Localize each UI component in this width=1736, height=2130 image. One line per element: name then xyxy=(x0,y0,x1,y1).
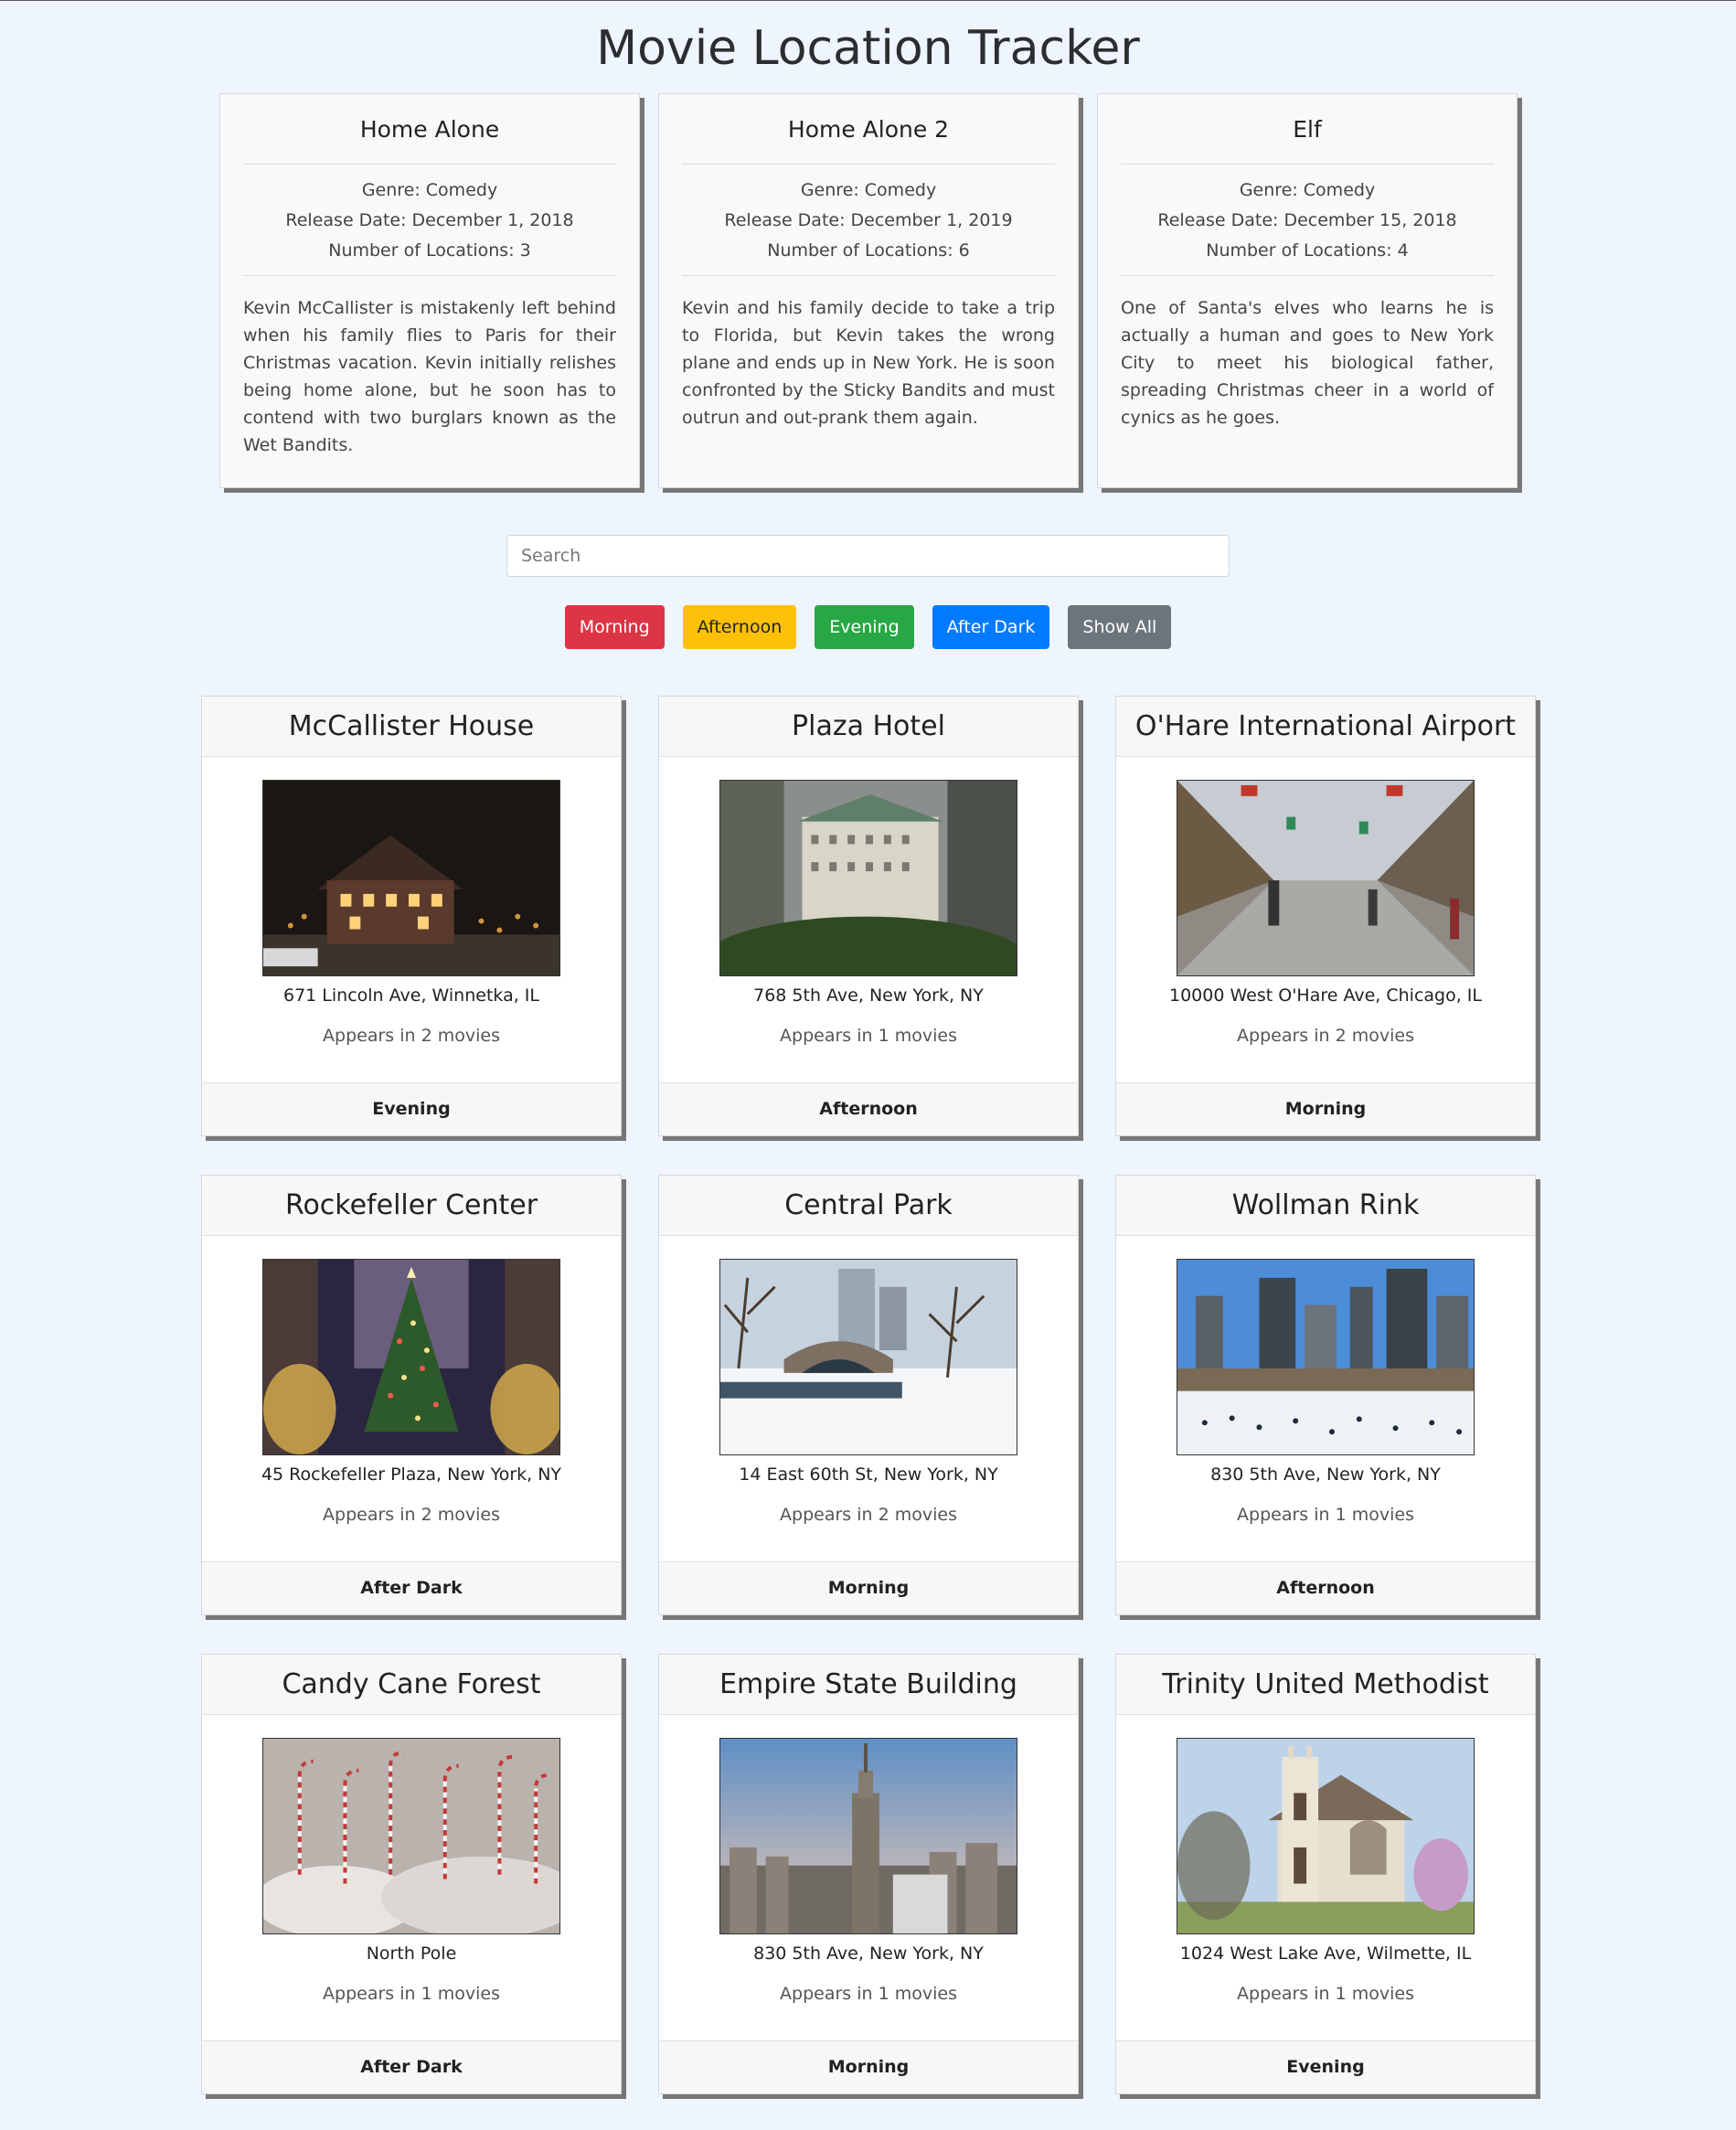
filter-morning-button[interactable]: Morning xyxy=(564,605,665,649)
movie-card: Home Alone 2 Genre: Comedy Release Date:… xyxy=(658,93,1079,488)
location-movie-count: Appears in 1 movies xyxy=(323,1984,500,2004)
location-address: 768 5th Ave, New York, NY xyxy=(753,985,984,1006)
location-address: 671 Lincoln Ave, Winnetka, IL xyxy=(283,985,539,1006)
location-time-of-day: After Dark xyxy=(202,1561,621,1614)
time-filter-buttons: Morning Afternoon Evening After Dark Sho… xyxy=(0,605,1736,649)
search-bar xyxy=(506,535,1230,577)
movie-genre: Genre: Comedy xyxy=(1239,180,1376,200)
location-movie-count: Appears in 2 movies xyxy=(323,1026,500,1046)
movie-card: Home Alone Genre: Comedy Release Date: D… xyxy=(219,93,640,488)
location-time-of-day: Morning xyxy=(659,2040,1078,2093)
movie-card: Elf Genre: Comedy Release Date: December… xyxy=(1097,93,1518,488)
location-name: Plaza Hotel xyxy=(659,697,1078,757)
movie-genre: Genre: Comedy xyxy=(800,180,937,200)
christmas-tree-photo xyxy=(262,1259,560,1455)
movie-description: Kevin McCallister is mistakenly left beh… xyxy=(243,298,616,455)
movie-meta: Genre: Comedy Release Date: December 1, … xyxy=(243,165,616,276)
movie-release-date: Release Date: December 1, 2019 xyxy=(724,210,1013,230)
movie-genre: Genre: Comedy xyxy=(361,180,498,200)
movie-location-count: Number of Locations: 3 xyxy=(328,240,531,261)
location-card[interactable]: Wollman Rink 830 5th Ave, New York, NY A… xyxy=(1115,1175,1536,1615)
ice-rink-photo xyxy=(1177,1259,1475,1455)
filter-afternoon-button[interactable]: Afternoon xyxy=(682,605,797,649)
movie-title: Home Alone 2 xyxy=(682,94,1055,165)
location-card[interactable]: Central Park 14 East 60th St, New York, … xyxy=(658,1175,1079,1615)
location-name: Wollman Rink xyxy=(1116,1176,1535,1236)
location-name: Candy Cane Forest xyxy=(202,1655,621,1715)
location-movie-count: Appears in 2 movies xyxy=(780,1505,957,1525)
location-movie-count: Appears in 1 movies xyxy=(780,1026,957,1046)
movie-meta: Genre: Comedy Release Date: December 15,… xyxy=(1121,165,1494,276)
movie-release-date: Release Date: December 15, 2018 xyxy=(1157,210,1457,230)
location-movie-count: Appears in 2 movies xyxy=(323,1505,500,1525)
movie-cards: Home Alone Genre: Comedy Release Date: D… xyxy=(219,93,1523,492)
location-card[interactable]: Trinity United Methodist 1024 West Lake … xyxy=(1115,1654,1536,2094)
location-time-of-day: Morning xyxy=(1116,1082,1535,1135)
movie-description: Kevin and his family decide to take a tr… xyxy=(682,298,1055,428)
location-card[interactable]: McCallister House 671 Lincoln Ave, Winne… xyxy=(201,696,622,1136)
filter-evening-button[interactable]: Evening xyxy=(815,605,914,649)
location-name: Rockefeller Center xyxy=(202,1176,621,1236)
location-address: 10000 West O'Hare Ave, Chicago, IL xyxy=(1169,985,1482,1006)
movie-location-count: Number of Locations: 6 xyxy=(767,240,970,261)
movie-location-count: Number of Locations: 4 xyxy=(1206,240,1409,261)
location-time-of-day: After Dark xyxy=(202,2040,621,2093)
skyscraper-photo xyxy=(719,1738,1017,1934)
location-time-of-day: Evening xyxy=(202,1082,621,1135)
location-card[interactable]: Plaza Hotel 768 5th Ave, New York, NY Ap… xyxy=(658,696,1079,1136)
filter-show-all-button[interactable]: Show All xyxy=(1068,605,1172,649)
location-time-of-day: Evening xyxy=(1116,2040,1535,2093)
candy-cane-photo xyxy=(262,1738,560,1934)
airport-photo xyxy=(1177,780,1475,976)
location-address: 45 Rockefeller Plaza, New York, NY xyxy=(261,1464,562,1485)
location-name: Empire State Building xyxy=(659,1655,1078,1715)
location-name: Trinity United Methodist xyxy=(1116,1655,1535,1715)
location-name: Central Park xyxy=(659,1176,1078,1236)
location-card[interactable]: Rockefeller Center 45 Rockefeller Plaza,… xyxy=(201,1175,622,1615)
location-address: 14 East 60th St, New York, NY xyxy=(739,1464,998,1485)
search-input[interactable] xyxy=(506,535,1230,577)
movie-release-date: Release Date: December 1, 2018 xyxy=(285,210,574,230)
movie-title: Elf xyxy=(1121,94,1494,165)
movie-meta: Genre: Comedy Release Date: December 1, … xyxy=(682,165,1055,276)
location-movie-count: Appears in 1 movies xyxy=(780,1984,957,2004)
location-address: North Pole xyxy=(366,1944,457,1964)
location-card[interactable]: O'Hare International Airport 10000 West … xyxy=(1115,696,1536,1136)
location-movie-count: Appears in 1 movies xyxy=(1237,1984,1414,2004)
location-time-of-day: Afternoon xyxy=(1116,1561,1535,1614)
snowy-park-photo xyxy=(719,1259,1017,1455)
movie-description: One of Santa's elves who learns he is ac… xyxy=(1121,298,1494,428)
location-movie-count: Appears in 2 movies xyxy=(1237,1026,1414,1046)
page-title: Movie Location Tracker xyxy=(596,21,1140,76)
location-name: McCallister House xyxy=(202,697,621,757)
hotel-photo xyxy=(719,780,1017,976)
movie-title: Home Alone xyxy=(243,94,616,165)
location-time-of-day: Afternoon xyxy=(659,1082,1078,1135)
location-time-of-day: Morning xyxy=(659,1561,1078,1614)
church-photo xyxy=(1177,1738,1475,1934)
location-movie-count: Appears in 1 movies xyxy=(1237,1505,1414,1525)
location-address: 830 5th Ave, New York, NY xyxy=(753,1944,984,1964)
location-name: O'Hare International Airport xyxy=(1116,697,1535,757)
location-card[interactable]: Empire State Building 830 5th Ave, New Y… xyxy=(658,1654,1079,2094)
location-address: 1024 West Lake Ave, Wilmette, IL xyxy=(1179,1944,1472,1964)
location-address: 830 5th Ave, New York, NY xyxy=(1210,1464,1441,1485)
location-card[interactable]: Candy Cane Forest North Pole Appears in … xyxy=(201,1654,622,2094)
house-night-photo xyxy=(262,780,560,976)
filter-after-dark-button[interactable]: After Dark xyxy=(932,605,1050,649)
